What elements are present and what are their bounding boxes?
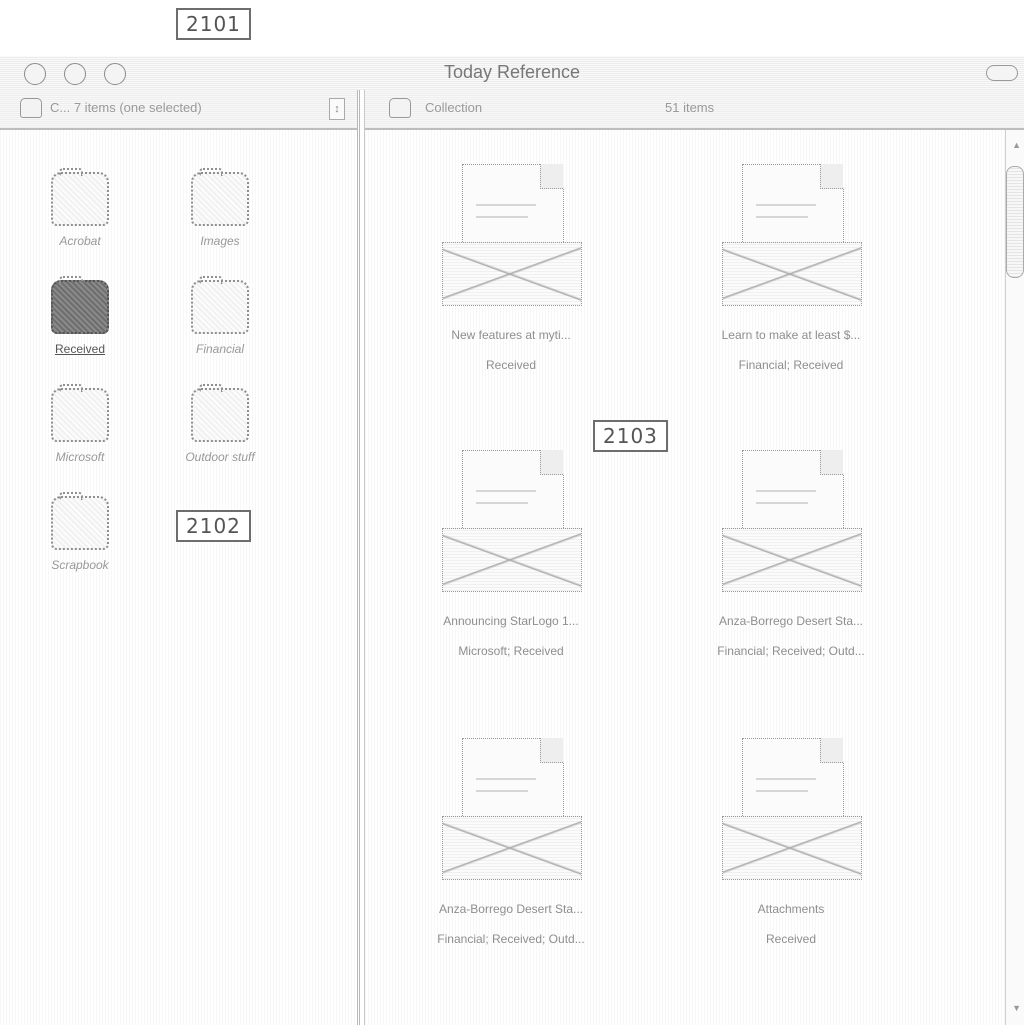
document-title: Learn to make at least $... <box>721 328 861 342</box>
callout-2103: 2103 <box>593 420 668 452</box>
folder-icon <box>191 168 249 226</box>
document-title: Anza-Borrego Desert Sta... <box>718 614 864 628</box>
folder-label: Outdoor stuff <box>185 450 255 464</box>
document-tags: Financial; Received; Outd... <box>717 644 865 658</box>
scroll-down-arrow-icon[interactable]: ▼ <box>1012 1003 1021 1013</box>
scroll-up-arrow-icon[interactable]: ▲ <box>1012 140 1021 150</box>
folder-pane-status: C... 7 items (one selected) <box>50 100 202 115</box>
folder-icon <box>51 384 109 442</box>
document-tags: Received <box>485 358 537 372</box>
folder-label: Microsoft <box>55 450 105 464</box>
folder-pane: C... 7 items (one selected) ↕ Acrobat Im… <box>0 90 360 1025</box>
document-icon <box>436 164 586 314</box>
document-icon <box>716 738 866 888</box>
folder-item-outdoor-stuff[interactable]: Outdoor stuff <box>160 384 280 464</box>
document-icon <box>436 738 586 888</box>
document-icon <box>716 164 866 314</box>
vertical-scrollbar[interactable]: ▲ ▼ <box>1005 130 1024 1025</box>
window-title: Today Reference <box>443 62 581 82</box>
folder-item-scrapbook[interactable]: Scrapbook <box>20 492 140 572</box>
document-title: New features at myti... <box>451 328 571 342</box>
folder-pane-header: C... 7 items (one selected) ↕ <box>0 90 357 130</box>
document-item[interactable]: Anza-Borrego Desert Sta... Financial; Re… <box>381 738 641 946</box>
document-tags: Financial; Received; Outd... <box>437 932 585 946</box>
folder-label: Financial <box>195 342 245 356</box>
folder-label: Acrobat <box>59 234 101 248</box>
folder-item-received[interactable]: Received <box>20 276 140 356</box>
callout-2102: 2102 <box>176 510 251 542</box>
document-item[interactable]: New features at myti... Received <box>381 164 641 372</box>
window-titlebar[interactable]: Today Reference <box>0 56 1024 90</box>
folder-icon <box>20 98 42 118</box>
folder-icon <box>191 384 249 442</box>
document-item[interactable]: Learn to make at least $... Financial; R… <box>661 164 921 372</box>
folder-icon <box>51 492 109 550</box>
document-item[interactable]: Anza-Borrego Desert Sta... Financial; Re… <box>661 450 921 658</box>
collection-pane: Collection 51 items New features at myti… <box>364 90 1024 1025</box>
scrollbar-thumb[interactable] <box>1006 166 1024 278</box>
folder-icon <box>51 168 109 226</box>
folder-icon <box>51 276 109 334</box>
pane-menu-button[interactable]: ↕ <box>329 98 345 120</box>
callout-2101: 2101 <box>176 8 251 40</box>
document-item[interactable]: Attachments Received <box>661 738 921 946</box>
folder-label: Scrapbook <box>51 558 109 572</box>
collection-icon <box>389 98 411 118</box>
folder-item-microsoft[interactable]: Microsoft <box>20 384 140 464</box>
toolbar-toggle-icon[interactable] <box>986 65 1018 81</box>
document-icon <box>436 450 586 600</box>
folder-icon <box>191 276 249 334</box>
document-item[interactable]: Announcing StarLogo 1... Microsoft; Rece… <box>381 450 641 658</box>
document-tags: Received <box>765 932 817 946</box>
document-title: Anza-Borrego Desert Sta... <box>438 902 584 916</box>
folder-item-images[interactable]: Images <box>160 168 280 248</box>
document-tags: Microsoft; Received <box>458 644 564 658</box>
document-title: Attachments <box>757 902 825 916</box>
document-icon <box>716 450 866 600</box>
folder-item-acrobat[interactable]: Acrobat <box>20 168 140 248</box>
document-tags: Financial; Received <box>738 358 844 372</box>
document-title: Announcing StarLogo 1... <box>443 614 579 628</box>
collection-title: Collection <box>425 100 483 115</box>
collection-pane-header: Collection 51 items <box>365 90 1024 130</box>
folder-label: Images <box>200 234 240 248</box>
folder-item-financial[interactable]: Financial <box>160 276 280 356</box>
collection-count: 51 items <box>665 100 715 115</box>
folder-label: Received <box>54 342 106 356</box>
